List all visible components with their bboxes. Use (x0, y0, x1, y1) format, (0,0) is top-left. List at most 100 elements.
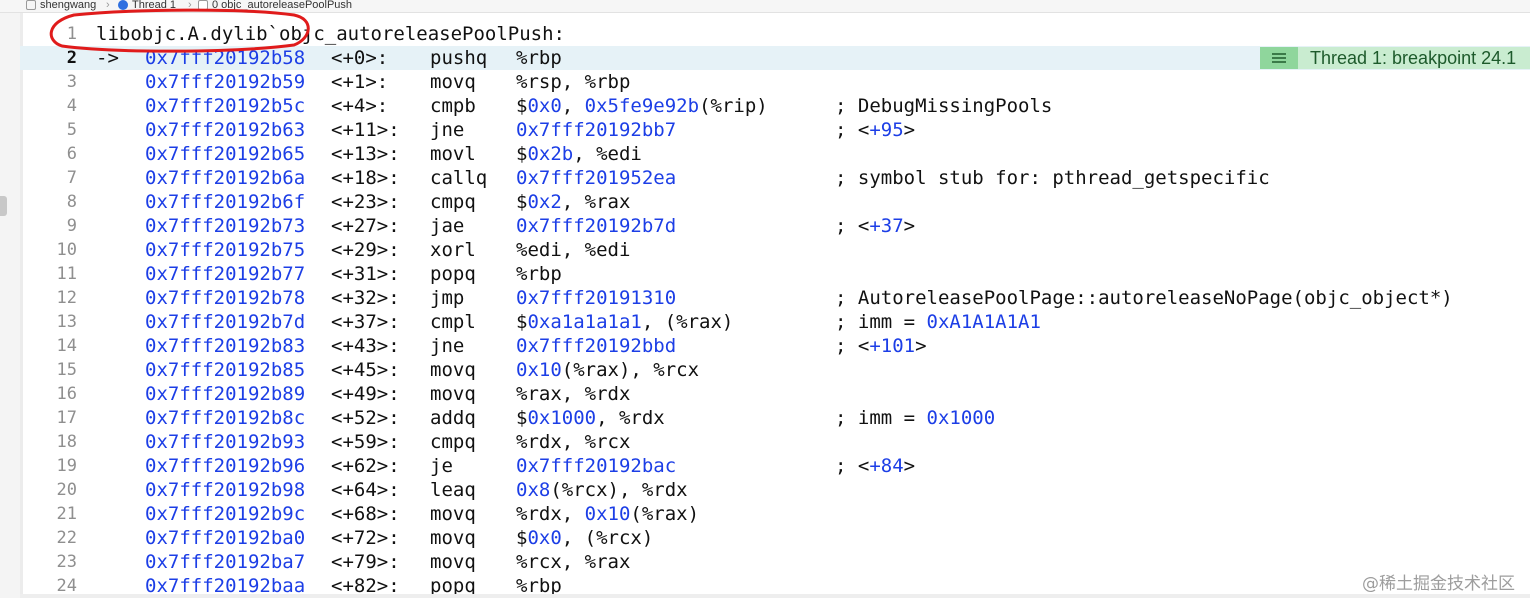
instruction-operands: 0x7fff20192bb7 (516, 118, 676, 142)
line-number[interactable]: 9 (20, 214, 77, 238)
instruction-address: 0x7fff20192b59 (145, 71, 306, 93)
instruction-offset: <+1>: (331, 71, 389, 93)
comment-literal: +95 (869, 119, 904, 141)
line-number[interactable]: 18 (20, 430, 77, 454)
instruction-operands: %rcx, %rax (516, 550, 630, 574)
line-number[interactable]: 21 (20, 502, 77, 526)
operand-literal: 0x0 (527, 95, 562, 117)
operand-text: , (%rax) (641, 311, 734, 333)
instruction-address: 0x7fff20192b85 (145, 359, 306, 381)
instruction-offset: <+4>: (331, 95, 389, 117)
instruction-line: 14 0x7fff20192b83 <+43>: jne 0x7fff20192bbd;… (20, 334, 1530, 358)
instruction-address: 0x7fff20192b5c (145, 95, 306, 117)
line-number[interactable]: 4 (20, 94, 77, 118)
menu-icon (1272, 53, 1286, 63)
instruction-operands: %rax, %rdx (516, 382, 630, 406)
line-number[interactable]: 12 (20, 286, 77, 310)
instruction-line: 20 0x7fff20192b98 <+64>: leaq 0x8(%rcx), %rd… (20, 478, 1530, 502)
instruction-line: 5 0x7fff20192b63 <+11>: jne 0x7fff20192bb7 ; … (20, 118, 1530, 142)
instruction-operands: %edi, %edi (516, 238, 630, 262)
line-number[interactable]: 17 (20, 406, 77, 430)
instruction-operands: 0x7fff20192bbd (516, 334, 676, 358)
bottom-scroll-track (20, 594, 1530, 598)
panel-resize-handle[interactable] (0, 196, 7, 216)
breadcrumb-project[interactable]: shengwang (26, 0, 96, 11)
watermark-text: @稀土掘金技术社区 (1362, 574, 1515, 594)
instruction-operands: 0x7fff20191310 (516, 286, 676, 310)
instruction-offset: <+59>: (331, 431, 400, 453)
line-number[interactable]: 3 (20, 70, 77, 94)
comment-literal: 0x1000 (926, 407, 996, 429)
line-number[interactable]: 6 (20, 142, 77, 166)
instruction-address: 0x7fff20192b65 (145, 143, 306, 165)
line-number[interactable]: 19 (20, 454, 77, 478)
instruction-address: 0x7fff20192b83 (145, 335, 306, 357)
instruction-mnemonic: je (430, 455, 453, 477)
instruction-line: 3 0x7fff20192b59 <+1>: movq %rsp, %rbp (20, 70, 1530, 94)
instruction-line: 12 0x7fff20192b78 <+32>: jmp 0x7fff20191310;… (20, 286, 1530, 310)
breadcrumb-thread[interactable]: Thread 1 (118, 0, 176, 11)
instruction-address: 0x7fff20192b63 (145, 119, 306, 141)
breadcrumb-frame[interactable]: 0 objc_autoreleasePoolPush (198, 0, 352, 11)
line-number[interactable]: 14 (20, 334, 77, 358)
comment-text: ; imm = (835, 311, 927, 333)
line-number[interactable]: 20 (20, 478, 77, 502)
instruction-line: 10 0x7fff20192b75 <+29>: xorl %edi, %edi (20, 238, 1530, 262)
project-icon (26, 0, 36, 10)
chevron-right-icon: › (106, 0, 110, 11)
line-number[interactable]: 11 (20, 262, 77, 286)
breakpoint-badge[interactable] (1260, 47, 1298, 69)
line-number[interactable]: 16 (20, 382, 77, 406)
operand-text: %rbp (516, 263, 562, 285)
instruction-line: 16 0x7fff20192b89 <+49>: movq %rax, %rdx (20, 382, 1530, 406)
line-number[interactable]: 5 (20, 118, 77, 142)
instruction-mnemonic: xorl (430, 239, 476, 261)
operand-text: %rax, %rdx (516, 383, 631, 405)
operand-text: $ (516, 191, 528, 213)
instruction-operands: 0x7fff20192bac (516, 454, 676, 478)
line-number[interactable]: 13 (20, 310, 77, 334)
line-number[interactable]: 2 (20, 46, 77, 70)
instruction-comment: ; DebugMissingPools (835, 94, 1052, 118)
line-number[interactable]: 15 (20, 358, 77, 382)
instruction-address: 0x7fff20192ba0 (145, 527, 306, 549)
line-number[interactable]: 8 (20, 190, 77, 214)
instruction-offset: <+62>: (331, 455, 400, 477)
instruction-offset: <+31>: (331, 263, 400, 285)
line-number[interactable]: 7 (20, 166, 77, 190)
line-number[interactable]: 1 (20, 22, 77, 46)
comment-literal: 0xA1A1A1A1 (926, 311, 1041, 333)
line-number[interactable]: 22 (20, 526, 77, 550)
instruction-mnemonic: addq (430, 407, 476, 429)
instruction-operands: 0x7fff201952ea (516, 166, 676, 190)
instruction-comment: ; symbol stub for: pthread_getspecific (835, 166, 1270, 190)
operand-text: (%rcx), %rdx (550, 479, 688, 501)
instruction-mnemonic: jne (430, 335, 465, 357)
instruction-address: 0x7fff20192b73 (145, 215, 306, 237)
line-number[interactable]: 23 (20, 550, 77, 574)
operand-text: $ (516, 527, 528, 549)
jump-bar: shengwang › Thread 1 › 0 objc_autoreleas… (0, 0, 1530, 13)
instruction-mnemonic: movq (430, 527, 476, 549)
operand-text: %rcx, %rax (516, 551, 631, 573)
instruction-offset: <+72>: (331, 527, 400, 549)
instruction-offset: <+68>: (331, 503, 400, 525)
instruction-line: 11 0x7fff20192b77 <+31>: popq %rbp (20, 262, 1530, 286)
comment-literal: +101 (869, 335, 916, 357)
instruction-address: 0x7fff20192b9c (145, 503, 306, 525)
operand-literal: 0xa1a1a1a1 (527, 311, 642, 333)
disassembly-editor[interactable]: 1 libobjc.A.dylib`objc_autoreleasePoolPu… (20, 22, 1530, 598)
comment-literal: +84 (869, 455, 904, 477)
line-number[interactable]: 10 (20, 238, 77, 262)
comment-text: ; imm = (835, 407, 927, 429)
instruction-comment: ; <+101> (835, 334, 927, 358)
operand-literal: 0x7fff201952ea (516, 167, 677, 189)
operand-text: (%rax) (630, 503, 700, 525)
comment-text: > (915, 335, 927, 357)
operand-text: (%rax), %rcx (561, 359, 700, 381)
instruction-operands: %rsp, %rbp (516, 70, 630, 94)
operand-text: %rdx, (516, 503, 585, 525)
instruction-line: 13 0x7fff20192b7d <+37>: cmpl $0xa1a1a1a1, (… (20, 310, 1530, 334)
instruction-operands: $0x0, 0x5fe9e92b(%rip) (516, 94, 768, 118)
operand-literal: 0x8 (516, 479, 551, 501)
